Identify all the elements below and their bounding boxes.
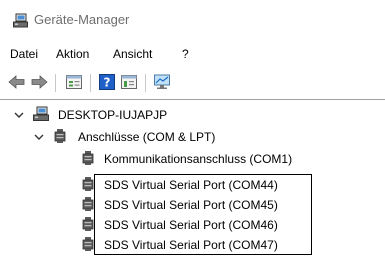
tree-device-item[interactable]: Kommunikationsanschluss (COM1) <box>0 150 385 168</box>
tree-node-root[interactable]: DESKTOP-IUJAPJP <box>0 106 385 124</box>
menu-ansicht[interactable]: Ansicht <box>113 47 152 61</box>
device-label: SDS Virtual Serial Port (COM44) <box>104 178 278 192</box>
device-label: SDS Virtual Serial Port (COM46) <box>104 218 278 232</box>
title-bar: Geräte-Manager <box>0 0 385 40</box>
view-icon[interactable] <box>120 74 138 90</box>
menu-help[interactable]: ? <box>182 47 189 61</box>
toolbar: ? <box>0 66 385 98</box>
device-manager-icon <box>13 13 28 28</box>
svg-text:?: ? <box>104 76 111 90</box>
device-label: SDS Virtual Serial Port (COM45) <box>104 198 278 212</box>
device-tree: DESKTOP-IUJAPJP Anschlüsse (COM & LPT) K… <box>0 100 385 256</box>
toolbar-separator <box>90 74 91 92</box>
computer-icon <box>33 106 49 121</box>
menu-datei[interactable]: Datei <box>10 47 38 61</box>
port-icon <box>82 177 94 191</box>
chevron-down-icon[interactable] <box>33 131 45 143</box>
port-icon <box>82 237 94 251</box>
port-icon <box>82 151 94 165</box>
tree-root-label: DESKTOP-IUJAPJP <box>58 108 168 122</box>
menu-aktion[interactable]: Aktion <box>56 47 89 61</box>
port-icon <box>54 129 66 143</box>
monitor-icon[interactable] <box>153 74 171 90</box>
chevron-down-icon[interactable] <box>13 109 25 121</box>
help-icon[interactable]: ? <box>98 74 116 90</box>
toolbar-separator <box>145 74 146 92</box>
back-arrow-icon[interactable] <box>8 74 26 90</box>
device-manager-window: Geräte-Manager Datei Aktion Ansicht ? ? … <box>0 0 385 256</box>
tree-device-item[interactable]: SDS Virtual Serial Port (COM46) <box>0 216 385 234</box>
port-icon <box>82 217 94 231</box>
forward-arrow-icon[interactable] <box>30 74 48 90</box>
tree-category-label: Anschlüsse (COM & LPT) <box>78 130 216 144</box>
menu-bar: Datei Aktion Ansicht ? <box>0 40 385 66</box>
toolbar-separator <box>55 74 56 92</box>
port-icon <box>82 197 94 211</box>
tree-device-item[interactable]: SDS Virtual Serial Port (COM47) <box>0 236 385 254</box>
properties-icon[interactable] <box>65 74 83 90</box>
device-label: Kommunikationsanschluss (COM1) <box>104 152 293 166</box>
tree-device-item[interactable]: SDS Virtual Serial Port (COM45) <box>0 196 385 214</box>
tree-device-item[interactable]: SDS Virtual Serial Port (COM44) <box>0 176 385 194</box>
device-label: SDS Virtual Serial Port (COM47) <box>104 238 278 252</box>
tree-node-category[interactable]: Anschlüsse (COM & LPT) <box>0 128 385 146</box>
window-title: Geräte-Manager <box>34 12 130 27</box>
